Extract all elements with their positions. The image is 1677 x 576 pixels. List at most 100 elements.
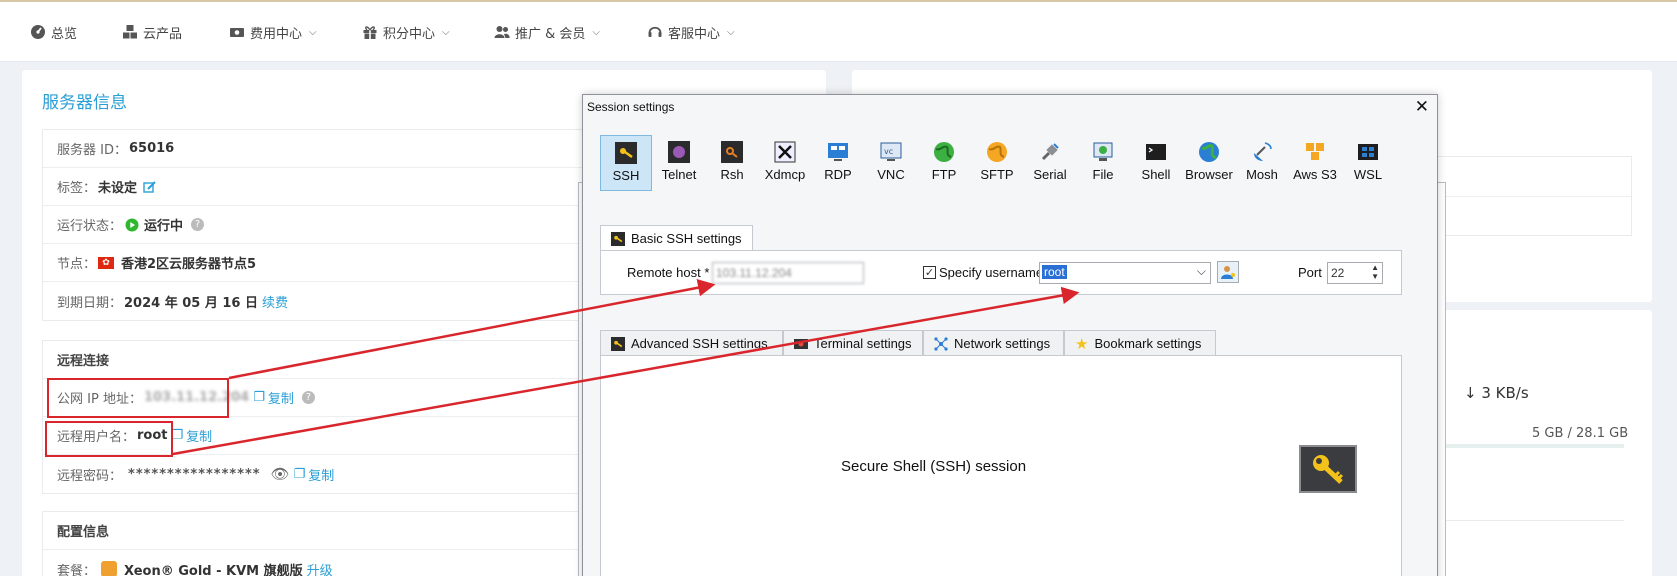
port-label: Port [1298, 265, 1322, 280]
protocol-browser[interactable]: Browser [1183, 135, 1235, 191]
network-icon [934, 336, 948, 351]
protocol-ssh[interactable]: SSH [600, 135, 652, 191]
nav-promotion[interactable]: 推广 & 会员 ⌵ [494, 22, 600, 42]
traffic-usage: 5 GB / 28.1 GB [1532, 426, 1629, 441]
rdp-icon [828, 143, 848, 161]
spinner-arrows-icon[interactable]: ▲ ▼ [1371, 263, 1379, 281]
node-value: 香港2区云服务器节点5 [121, 257, 257, 272]
cubes-icon [123, 25, 137, 39]
port-spinbox[interactable]: 22 ▲ ▼ [1327, 262, 1383, 284]
nav-label: 云产品 [143, 26, 183, 42]
help-icon[interactable]: ? [301, 391, 315, 404]
protocol-label: FTP [931, 167, 957, 182]
username-value: root [1042, 265, 1067, 279]
tab-label: Advanced SSH settings [631, 336, 768, 351]
tab-label: Terminal settings [814, 336, 912, 351]
basic-settings-group: Remote host * 103.11.12.204 ✓ Specify us… [600, 250, 1402, 295]
chevron-down-icon: ⌵ [442, 26, 450, 38]
status-value: 运行中 [144, 219, 184, 234]
vnc-icon: vc [880, 142, 902, 161]
copy-password-button[interactable]: ❐ 复制 [294, 465, 335, 484]
tab-advanced-ssh-settings[interactable]: Advanced SSH settings [600, 330, 783, 356]
protocol-vnc[interactable]: vc VNC [865, 135, 917, 191]
protocol-wsl[interactable]: WSL [1342, 135, 1394, 191]
money-icon [230, 28, 244, 37]
ssh-key-icon [611, 336, 625, 351]
edit-icon[interactable] [143, 180, 157, 194]
copy-ip-button[interactable]: ❐ 复制 [253, 388, 294, 407]
nav-cloud-products[interactable]: 云产品 [122, 22, 182, 42]
copy-icon: ❐ [253, 390, 265, 405]
copy-label: 复制 [267, 392, 294, 407]
help-icon[interactable]: ? [191, 218, 205, 231]
expire-label: 到期日期： [57, 295, 123, 311]
password-label: 远程密码： [57, 468, 123, 484]
telnet-icon [668, 141, 690, 163]
dashboard-icon [31, 25, 45, 39]
protocol-label: Telnet [661, 167, 697, 182]
renew-link[interactable]: 续费 [262, 292, 288, 311]
protocol-label: WSL [1353, 167, 1383, 182]
tab-basic-ssh-settings[interactable]: Basic SSH settings [600, 225, 753, 251]
tab-terminal-settings[interactable]: Terminal settings [783, 330, 923, 356]
annotation-box-username [45, 421, 173, 457]
expire-value: 2024 年 05 月 16 日 [124, 295, 259, 311]
protocol-sftp[interactable]: SFTP [971, 135, 1023, 191]
protocol-label: SFTP [980, 167, 1014, 182]
user-credentials-button[interactable] [1217, 261, 1239, 283]
username-combobox[interactable]: root ⌵ [1039, 262, 1211, 284]
chevron-down-icon[interactable]: ⌵ [1197, 264, 1206, 279]
plan-badge-icon [101, 561, 118, 576]
protocol-rsh[interactable]: Rsh [706, 135, 758, 191]
nav-billing[interactable]: 费用中心 ⌵ [229, 22, 317, 42]
copy-icon: ❐ [171, 428, 184, 443]
protocol-ftp[interactable]: FTP [918, 135, 970, 191]
eye-icon[interactable]: 👁 [271, 465, 290, 483]
tab-network-settings[interactable]: Network settings [923, 330, 1064, 356]
protocol-label: RDP [824, 167, 852, 182]
serial-plug-icon [1041, 143, 1059, 161]
chevron-down-icon: ⌵ [592, 26, 600, 38]
protocol-rdp[interactable]: RDP [812, 135, 864, 191]
protocol-serial[interactable]: Serial [1024, 135, 1076, 191]
protocol-aws-s3[interactable]: Aws S3 [1289, 135, 1341, 191]
download-speed: ↓ 3 KB/s [1464, 384, 1529, 402]
copy-username-button[interactable]: ❐ 复制 [172, 426, 213, 445]
protocol-label: Shell [1141, 167, 1171, 182]
remote-host-input[interactable]: 103.11.12.204 [712, 262, 864, 284]
panel-title: 服务器信息 [42, 93, 127, 113]
nav-overview[interactable]: 总览 [30, 22, 77, 42]
upgrade-link[interactable]: 升级 [307, 560, 333, 576]
rsh-icon [721, 141, 743, 163]
protocol-file[interactable]: File [1077, 135, 1129, 191]
protocol-shell[interactable]: Shell [1130, 135, 1182, 191]
protocol-label: SSH [612, 168, 640, 183]
specify-username-checkbox[interactable]: ✓ [923, 266, 936, 279]
tag-label: 标签： [57, 181, 97, 196]
protocol-label: Browser [1185, 167, 1233, 182]
xdmcp-icon [774, 141, 796, 163]
specify-username-label: Specify username [939, 265, 1044, 280]
protocol-telnet[interactable]: Telnet [653, 135, 705, 191]
copy-label: 复制 [308, 468, 335, 484]
plan-label: 套餐： [57, 563, 97, 576]
dialog-title: Session settings [587, 100, 675, 114]
plan-value: Xeon® Gold - KVM 旗舰版 [124, 563, 303, 576]
close-icon[interactable]: ✕ [1415, 97, 1429, 117]
sftp-globe-icon [987, 142, 1007, 162]
protocol-label: Mosh [1246, 167, 1278, 182]
server-id-value: 65016 [128, 141, 175, 156]
protocol-label: Xdmcp [764, 167, 806, 182]
protocol-label: Rsh [720, 167, 744, 182]
protocol-xdmcp[interactable]: Xdmcp [759, 135, 811, 191]
tab-bookmark-settings[interactable]: ★ Bookmark settings [1064, 330, 1216, 356]
tab-label: Bookmark settings [1094, 336, 1202, 351]
port-value: 22 [1331, 266, 1345, 280]
copy-label: 复制 [186, 430, 213, 445]
protocol-mosh[interactable]: Mosh [1236, 135, 1288, 191]
tab-label: Network settings [954, 336, 1051, 351]
nav-support[interactable]: 客服中心 ⌵ [647, 22, 735, 42]
file-icon [1093, 142, 1113, 161]
copy-icon: ❐ [293, 466, 306, 482]
nav-points[interactable]: 积分中心 ⌵ [362, 22, 450, 42]
